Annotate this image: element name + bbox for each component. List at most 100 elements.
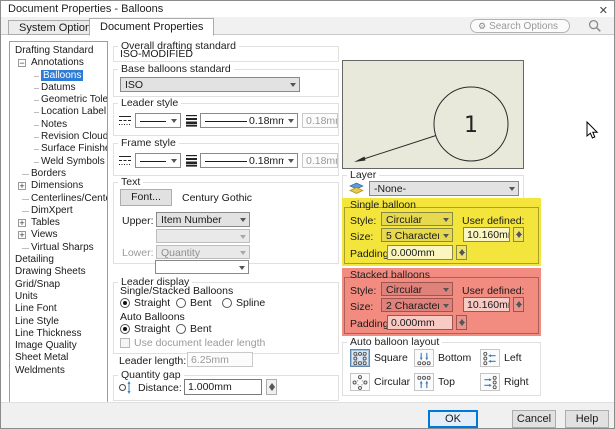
window-title: Document Properties - Balloons	[8, 3, 163, 15]
distance-field[interactable]: 1.000mm	[184, 379, 262, 395]
close-icon[interactable]: ✕	[599, 4, 608, 17]
layer-select[interactable]: -None-	[369, 181, 519, 196]
tab-document-properties[interactable]: Document Properties	[89, 18, 214, 36]
frame-custom-thickness-field[interactable]: 0.18mm	[302, 153, 338, 168]
tree-item-label: Views	[31, 229, 58, 240]
ok-button[interactable]: OK	[428, 410, 478, 428]
expand-plus-icon[interactable]: +	[18, 182, 26, 190]
auto-layout-bottom-button[interactable]: Bottom	[414, 349, 471, 367]
tree-item-weldments[interactable]: Weldments	[10, 365, 107, 377]
single-user-defined-field[interactable]: 10.160mm	[463, 227, 510, 242]
stacked-user-defined-spinner[interactable]	[513, 297, 524, 312]
search-placeholder: Search Options	[489, 21, 558, 32]
tree-item-tables[interactable]: + Tables	[10, 217, 107, 229]
search-input[interactable]: ⚙ Search Options	[470, 19, 570, 33]
auto-layout-top-button[interactable]: Top	[414, 373, 455, 391]
expand-plus-icon[interactable]: +	[18, 219, 26, 227]
radio-bent[interactable]: Bent	[176, 297, 212, 309]
radio-spline[interactable]: Spline	[222, 297, 265, 309]
tree-branch-line	[34, 149, 39, 150]
single-style-select[interactable]: Circular	[381, 212, 453, 226]
tree-item-detailing[interactable]: Detailing	[10, 254, 107, 266]
lower-custom-select[interactable]	[155, 260, 249, 274]
left-layout-icon[interactable]	[480, 349, 500, 367]
tree-item-notes[interactable]: Notes	[10, 119, 107, 131]
tree-item-location-label[interactable]: Location Label	[10, 106, 107, 118]
leader-custom-thickness-field[interactable]: 0.18mm	[302, 113, 338, 128]
cancel-button[interactable]: Cancel	[512, 410, 556, 428]
tree-item-sheet-metal[interactable]: Sheet Metal	[10, 352, 107, 364]
square-layout-icon[interactable]	[350, 349, 370, 367]
search-icon[interactable]	[588, 19, 602, 33]
bottom-layout-icon[interactable]	[414, 349, 434, 367]
tree-item-units[interactable]: Units	[10, 291, 107, 303]
radio-auto-bent[interactable]: Bent	[176, 323, 212, 335]
tree-item-line-font[interactable]: Line Font	[10, 303, 107, 315]
leader-line-style-select[interactable]	[135, 113, 181, 128]
tree-item-label: Tables	[31, 217, 60, 228]
circular-layout-icon[interactable]	[350, 373, 370, 391]
radio-dot	[176, 298, 186, 308]
radio-auto-straight[interactable]: Straight	[120, 323, 170, 335]
tree-item-dimensions[interactable]: +Dimensions	[10, 180, 107, 192]
tree-item-label: Sheet Metal	[15, 352, 68, 363]
tree-item-balloons[interactable]: Balloons	[10, 70, 107, 82]
frame-line-style-select[interactable]	[135, 153, 181, 168]
tree-item-grid-snap[interactable]: Grid/Snap	[10, 279, 107, 291]
tree-item-virtual-sharps[interactable]: Virtual Sharps	[10, 242, 107, 254]
font-button[interactable]: Font...	[120, 189, 172, 206]
auto-balloon-layout-group: Auto balloon layout SquareBottomLeftCirc…	[342, 342, 541, 396]
mouse-cursor	[586, 121, 599, 140]
top-layout-icon[interactable]	[414, 373, 434, 391]
tree-item-borders[interactable]: Borders	[10, 168, 107, 180]
tree-item-image-quality[interactable]: Image Quality	[10, 340, 107, 352]
auto-layout-circular-button[interactable]: Circular	[350, 373, 410, 391]
tree-item-centerlines-center-marks[interactable]: Centerlines/Center Marks	[10, 193, 107, 205]
single-style-value: Circular	[386, 214, 439, 226]
stacked-padding-spinner[interactable]	[456, 315, 467, 330]
line-style-icon	[118, 114, 132, 127]
tree-item-weld-symbols[interactable]: Weld Symbols	[10, 156, 107, 168]
base-standard-select[interactable]: ISO	[120, 77, 300, 92]
auto-layout-square-button[interactable]: Square	[350, 349, 408, 367]
stacked-style-select[interactable]: Circular	[381, 282, 453, 296]
stacked-size-select[interactable]: 2 Characters	[381, 298, 453, 312]
radio-straight[interactable]: Straight	[120, 297, 170, 309]
auto-layout-left-button[interactable]: Left	[480, 349, 522, 367]
single-padding-field[interactable]: 0.000mm	[387, 245, 453, 260]
stacked-user-defined-field[interactable]: 10.160mm	[463, 297, 510, 312]
frame-thickness-select[interactable]: 0.18mm	[200, 153, 298, 168]
distance-spinner[interactable]	[266, 379, 277, 395]
single-size-select[interactable]: 5 Characters	[381, 228, 453, 242]
tree-item-drawing-sheets[interactable]: Drawing Sheets	[10, 266, 107, 278]
help-button[interactable]: Help	[565, 410, 609, 428]
tree-item-geometric-tolerances[interactable]: Geometric Tolerances	[10, 94, 107, 106]
tree-item-dimxpert[interactable]: DimXpert	[10, 205, 107, 217]
distance-label: Distance:	[138, 382, 182, 394]
tree-item-datums[interactable]: Datums	[10, 82, 107, 94]
tree-item-views[interactable]: + Views	[10, 229, 107, 241]
stacked-padding-field[interactable]: 0.000mm	[387, 315, 453, 330]
tree-item-label: Centerlines/Center Marks	[31, 193, 108, 204]
upper-select[interactable]: Item Number	[156, 212, 250, 227]
leader-thickness-select[interactable]: 0.18mm	[200, 113, 298, 128]
single-padding-spinner[interactable]	[456, 245, 467, 260]
tree-item-revision-clouds[interactable]: Revision Clouds	[10, 131, 107, 143]
single-user-defined-spinner[interactable]	[513, 227, 524, 242]
collapse-minus-icon[interactable]: −	[18, 59, 26, 67]
right-layout-icon[interactable]	[480, 373, 500, 391]
upper-value: Item Number	[161, 214, 236, 226]
tree-item-drafting-standard[interactable]: Drafting Standard	[10, 45, 107, 57]
tree-item-annotations[interactable]: −Annotations	[10, 57, 107, 69]
use-document-leader-length-checkbox: Use document leader length	[120, 337, 265, 349]
auto-layout-right-button[interactable]: Right	[480, 373, 529, 391]
spin-down-icon	[269, 387, 275, 391]
tab-strip: System Options Document Properties ⚙ Sea…	[1, 17, 614, 35]
expand-plus-icon[interactable]: +	[18, 231, 26, 239]
radio-dot	[222, 298, 232, 308]
tree-item-line-style[interactable]: Line Style	[10, 316, 107, 328]
tree-item-line-thickness[interactable]: Line Thickness	[10, 328, 107, 340]
font-name: Century Gothic	[182, 192, 252, 204]
tree-item-surface-finishes[interactable]: Surface Finishes	[10, 143, 107, 155]
chevron-down-icon	[443, 218, 449, 222]
